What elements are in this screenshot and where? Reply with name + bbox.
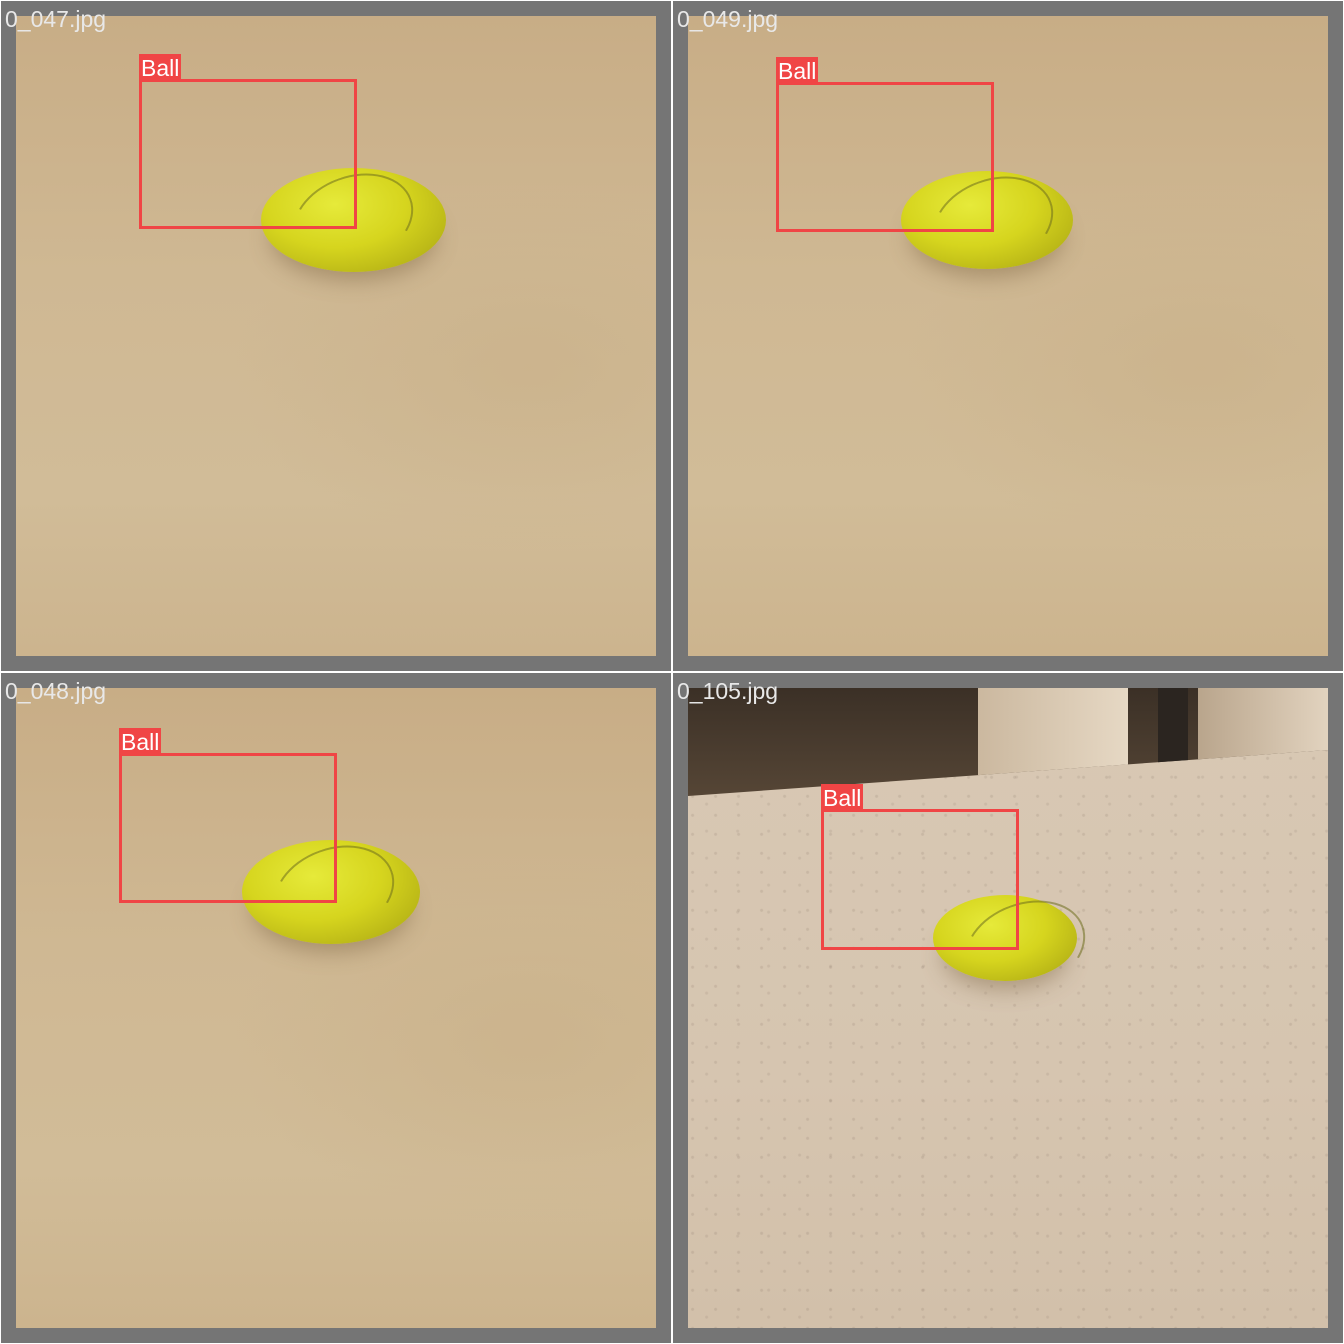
filename-label: 0_049.jpg — [677, 6, 779, 32]
image-tile[interactable]: Ball 0_105.jpg — [673, 673, 1343, 1343]
background-cabinets — [688, 688, 1328, 796]
image-tile[interactable]: Ball 0_048.jpg — [1, 673, 671, 1343]
image-tile[interactable]: Ball 0_049.jpg — [673, 1, 1343, 671]
filename-label: 0_105.jpg — [677, 678, 779, 704]
image-mosaic: Ball 0_047.jpg Ball 0_049.jpg Ball 0_048… — [0, 0, 1344, 1344]
photo: Ball — [688, 16, 1328, 656]
photo: Ball — [16, 16, 656, 656]
box-label: Ball — [821, 784, 864, 811]
image-tile[interactable]: Ball 0_047.jpg — [1, 1, 671, 671]
box-label: Ball — [119, 728, 162, 755]
bounding-box: Ball — [821, 784, 1019, 950]
filename-label: 0_048.jpg — [5, 678, 107, 704]
bounding-box: Ball — [119, 728, 337, 903]
background-wall — [1198, 688, 1328, 768]
filename-label: 0_047.jpg — [5, 6, 107, 32]
background-jamb — [1158, 688, 1188, 778]
photo: Ball — [16, 688, 656, 1328]
box-label: Ball — [776, 57, 819, 84]
background-door — [978, 688, 1128, 783]
photo: Ball — [688, 688, 1328, 1328]
bounding-box: Ball — [776, 57, 994, 232]
bounding-box: Ball — [139, 54, 357, 229]
box-label: Ball — [139, 54, 182, 81]
